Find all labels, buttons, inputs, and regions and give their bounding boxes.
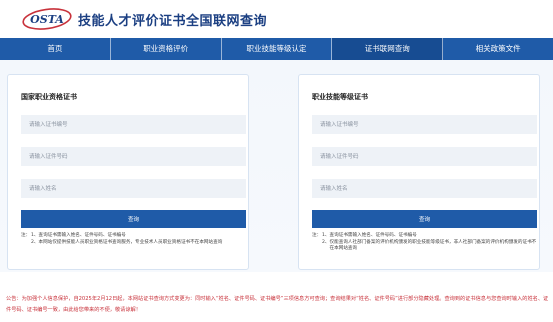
card-title: 职业技能等级证书 [312, 93, 368, 101]
osta-logo[interactable]: OSTA [22, 8, 72, 30]
name-input[interactable] [312, 179, 537, 198]
card-title: 国家职业资格证书 [21, 93, 77, 101]
note-number: 1、 [31, 233, 39, 238]
note-text: 查询证书需输入姓名、证件号码、证书编号 [329, 233, 417, 238]
notes-prefix: 注： [21, 233, 31, 238]
announcement-text: 公告：为加强个人信息保护，自2025年2月12日起，本网站证书查询方式变更为：同… [6, 296, 549, 313]
name-input[interactable] [21, 179, 246, 198]
note-number: 1、 [322, 233, 330, 238]
nav-home[interactable]: 首页 [0, 38, 111, 60]
note-number: 2、 [31, 239, 39, 245]
note-text: 仅能查询人社部门备案的评价机构颁发的职业技能等级证书，非人社部门备案的评价机构颁… [329, 239, 537, 252]
query-button[interactable]: 查询 [312, 210, 537, 228]
notes-prefix: 注： [312, 233, 322, 238]
id-number-input[interactable] [312, 147, 537, 166]
nav-policy-documents[interactable]: 相关政策文件 [443, 38, 553, 60]
query-button[interactable]: 查询 [21, 210, 246, 228]
cert-number-input[interactable] [21, 115, 246, 134]
cert-number-input[interactable] [312, 115, 537, 134]
site-header: OSTA 技能人才评价证书全国联网查询 [0, 0, 553, 38]
note-text: 本网站仅提供技能人员职业资格证书查询服务，专业技术人员职业资格证书不在本网站查询 [38, 239, 223, 245]
notes: 注： 1、 查询证书需输入姓名、证件号码、证书编号 2、 本网站仅提供技能人员职… [21, 233, 246, 246]
note-number: 2、 [322, 239, 330, 245]
note-text: 查询证书需输入姓名、证件号码、证书编号 [38, 233, 126, 238]
note-row: 注： 1、 查询证书需输入姓名、证件号码、证书编号 [312, 233, 537, 240]
nav-certificate-query[interactable]: 证书联网查询 [332, 38, 444, 60]
site-title: 技能人才评价证书全国联网查询 [78, 14, 268, 29]
note-row: 2、 仅能查询人社部门备案的评价机构颁发的职业技能等级证书，非人社部门备案的评价… [312, 240, 537, 253]
id-number-input[interactable] [21, 147, 246, 166]
main-nav: 首页 职业资格评价 职业技能等级认定 证书联网查询 相关政策文件 [0, 38, 553, 60]
qualification-certificate-card: 国家职业资格证书 查询 注： 1、 查询证书需输入姓名、证件号码、证书编号 2、… [7, 74, 249, 270]
note-row: 2、 本网站仅提供技能人员职业资格证书查询服务，专业技术人员职业资格证书不在本网… [21, 240, 246, 247]
note-row: 注： 1、 查询证书需输入姓名、证件号码、证书编号 [21, 233, 246, 240]
nav-skill-level-certification[interactable]: 职业技能等级认定 [222, 38, 333, 60]
skill-level-certificate-card: 职业技能等级证书 查询 注： 1、 查询证书需输入姓名、证件号码、证书编号 2、… [298, 74, 540, 270]
nav-qualification-evaluation[interactable]: 职业资格评价 [111, 38, 222, 60]
logo-text: OSTA [30, 13, 64, 26]
notes: 注： 1、 查询证书需输入姓名、证件号码、证书编号 2、 仅能查询人社部门备案的… [312, 233, 537, 253]
